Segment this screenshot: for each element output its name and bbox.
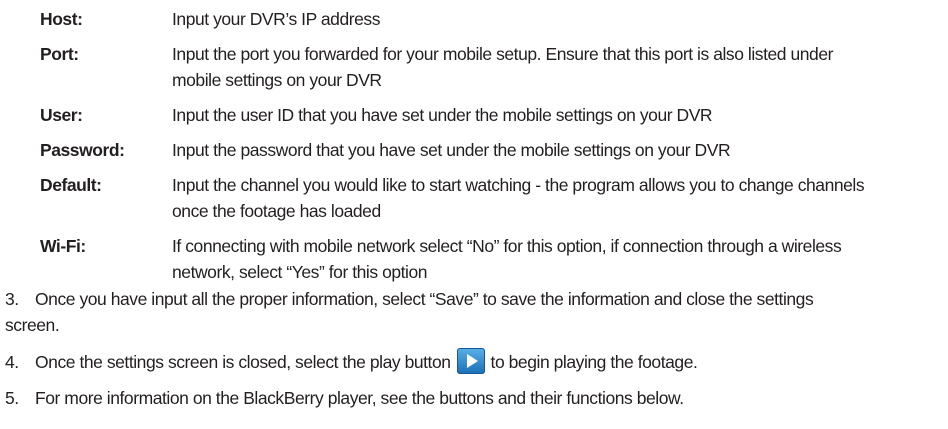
step-line-after-icon: to begin playing the footage. <box>490 352 698 372</box>
description-line: Input the user ID that you have set unde… <box>172 105 713 125</box>
settings-definition-list: Host: Input your DVR’s IP address Port: … <box>0 6 948 294</box>
description-user: Input the user ID that you have set unde… <box>172 102 948 128</box>
term-default: Default: <box>40 175 102 195</box>
description-line: If connecting with mobile network select… <box>172 236 842 256</box>
step-text: For more information on the BlackBerry p… <box>35 385 940 411</box>
description-host: Input your DVR’s IP address <box>172 6 948 32</box>
description-wifi: If connecting with mobile network select… <box>172 233 948 285</box>
step-line: screen. <box>5 315 60 335</box>
step-number: 5. <box>5 388 19 408</box>
term-port: Port: <box>40 44 79 64</box>
step-line-before-icon: Once the settings screen is closed, sele… <box>35 352 451 372</box>
play-icon <box>456 348 485 375</box>
step-line: Once you have input all the proper infor… <box>35 289 814 309</box>
description-line: Input the password that you have set und… <box>172 140 731 160</box>
definition-password: Password: Input the password that you ha… <box>0 137 948 163</box>
step-number: 3. <box>5 289 19 309</box>
description-line: Input the channel you would like to star… <box>172 175 865 195</box>
term-host: Host: <box>40 9 83 29</box>
term-password: Password: <box>40 140 125 160</box>
description-line: once the footage has loaded <box>172 201 381 221</box>
definition-user: User: Input the user ID that you have se… <box>0 102 948 128</box>
definition-wifi: Wi-Fi: If connecting with mobile network… <box>0 233 948 285</box>
definition-port: Port: Input the port you forwarded for y… <box>0 41 948 93</box>
description-default: Input the channel you would like to star… <box>172 172 948 224</box>
description-port: Input the port you forwarded for your mo… <box>172 41 948 93</box>
description-line: Input your DVR’s IP address <box>172 9 381 29</box>
description-password: Input the password that you have set und… <box>172 137 948 163</box>
term-user: User: <box>40 105 83 125</box>
term-wifi: Wi-Fi: <box>40 236 86 256</box>
description-line: mobile settings on your DVR <box>172 70 382 90</box>
step-line: For more information on the BlackBerry p… <box>35 388 684 408</box>
step-text: Once you have input all the proper infor… <box>5 286 940 338</box>
description-line: Input the port you forwarded for your mo… <box>172 44 833 64</box>
description-line: network, select “Yes” for this option <box>172 262 428 282</box>
step-number: 4. <box>5 352 19 372</box>
step-text: Once the settings screen is closed, sele… <box>35 348 940 375</box>
definition-host: Host: Input your DVR’s IP address <box>0 6 948 32</box>
definition-default: Default: Input the channel you would lik… <box>0 172 948 224</box>
document-page: Host: Input your DVR’s IP address Port: … <box>0 0 948 429</box>
